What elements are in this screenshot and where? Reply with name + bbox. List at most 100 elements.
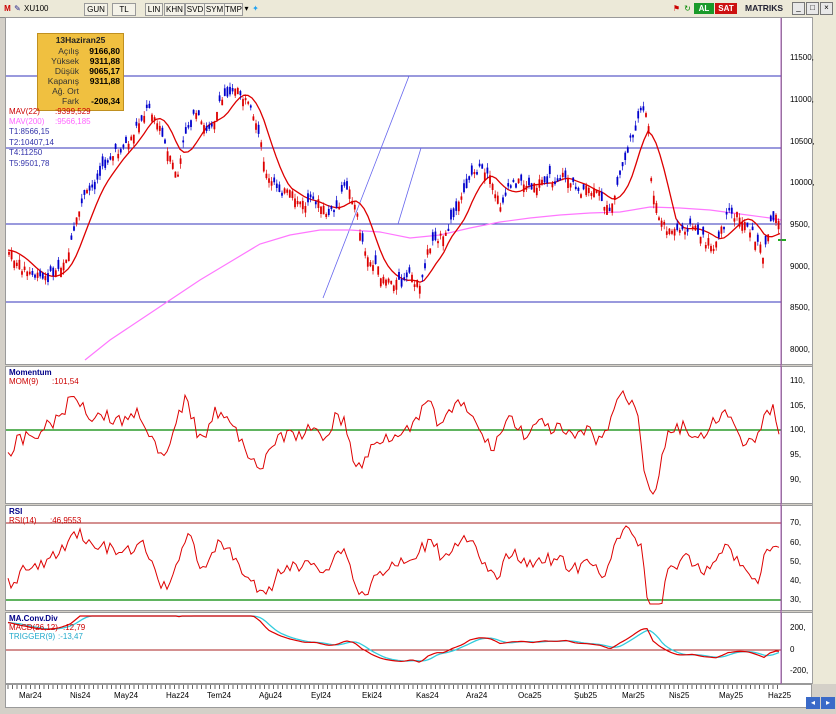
candle-body [621,162,624,167]
candle-body [366,257,369,267]
candle-body [327,208,330,215]
candle-body [75,217,78,225]
candle-body [447,228,450,231]
candle-body [83,190,86,195]
candle-body [278,184,281,192]
candle-body [629,135,632,138]
candle-body [426,249,429,255]
candle-body [499,207,502,212]
candle-body [530,183,533,190]
candle-body [86,189,88,194]
candle-body [234,88,237,96]
x-tick-label: Mar25 [622,691,645,700]
candle-body [252,116,255,121]
y-tick-label: 95, [790,450,802,459]
candle-body [707,238,710,246]
candle-body [192,109,195,114]
candle-body [712,248,715,252]
candle-body [382,276,385,284]
candle-body [145,104,148,108]
candle-body [294,198,296,208]
candle-body [200,121,203,125]
candle-body [296,201,299,205]
y-tick-label: 10000, [790,178,815,187]
candle-body [603,207,606,211]
candle-body [470,165,473,175]
candle-body [80,198,83,204]
momentum-label: MOM(9) [9,377,39,386]
info-row: Fark -208,34 [38,96,123,106]
candle-body [463,183,465,193]
candle-body [738,217,741,227]
candle-body [619,170,621,175]
candle-body [132,134,135,144]
candle-body [36,272,39,278]
candle-body [335,200,338,208]
candle-body [117,153,120,159]
candle-body [60,267,62,278]
candle-body [88,185,91,191]
candle-body [213,121,216,130]
x-tick-label: Kas24 [416,691,439,700]
candle-body [554,181,556,185]
candle-body [47,273,49,282]
candle-body [681,225,684,230]
candle-body [754,241,757,250]
x-tick-label: Şub25 [574,691,598,700]
candle-body [184,127,187,134]
candle-body [283,188,286,194]
candle-body [151,114,153,122]
candle-body [775,214,777,223]
candle-body [686,228,689,232]
info-value: 9166,80 [89,46,120,56]
candle-body [325,214,328,217]
candle-body [379,278,382,287]
candle-body [564,170,567,178]
candle-body [512,179,515,183]
candle-body [476,172,478,175]
candle-body [143,115,146,123]
info-key: Kapanış [47,76,79,86]
info-key: Açılış [58,46,79,56]
info-date: 13Haziran25 [55,35,106,45]
candle-body [148,103,151,108]
candle-body [236,88,239,95]
price-indicator-label: T4:11250 [9,148,43,157]
candle-body [418,285,421,294]
candle-body [244,98,247,101]
candle-body [658,217,660,221]
candle-body [411,274,413,282]
candle-body [673,228,676,236]
candle-body [231,88,234,92]
candle-body [684,231,686,235]
candle-body [546,176,549,184]
candle-body [169,155,172,162]
candle-body [450,209,452,220]
x-tick-label: May25 [719,691,744,700]
candle-body [270,181,273,186]
candle-body [759,244,762,253]
candle-body [304,206,307,213]
candle-body [392,285,395,291]
y-tick-label: 8500, [790,303,811,312]
candle-body [746,222,749,227]
y-tick-label: -200, [790,666,809,675]
candle-body [125,136,127,143]
rsi-label: RSI(14) [9,516,37,525]
candle-body [522,184,525,193]
candle-body [21,271,23,275]
candle-body [468,176,471,180]
candle-body [616,177,619,185]
candle-body [208,124,211,129]
candle-body [353,204,356,210]
candle-body [255,123,257,130]
candle-body [156,123,159,130]
candle-body [585,185,588,196]
macd-value: :12,79 [63,623,86,632]
candle-body [67,252,70,261]
y-tick-label: 50, [790,557,802,566]
candle-body [28,271,31,275]
candle-body [762,257,764,264]
candle-body [647,126,650,134]
candle-body [743,222,746,231]
